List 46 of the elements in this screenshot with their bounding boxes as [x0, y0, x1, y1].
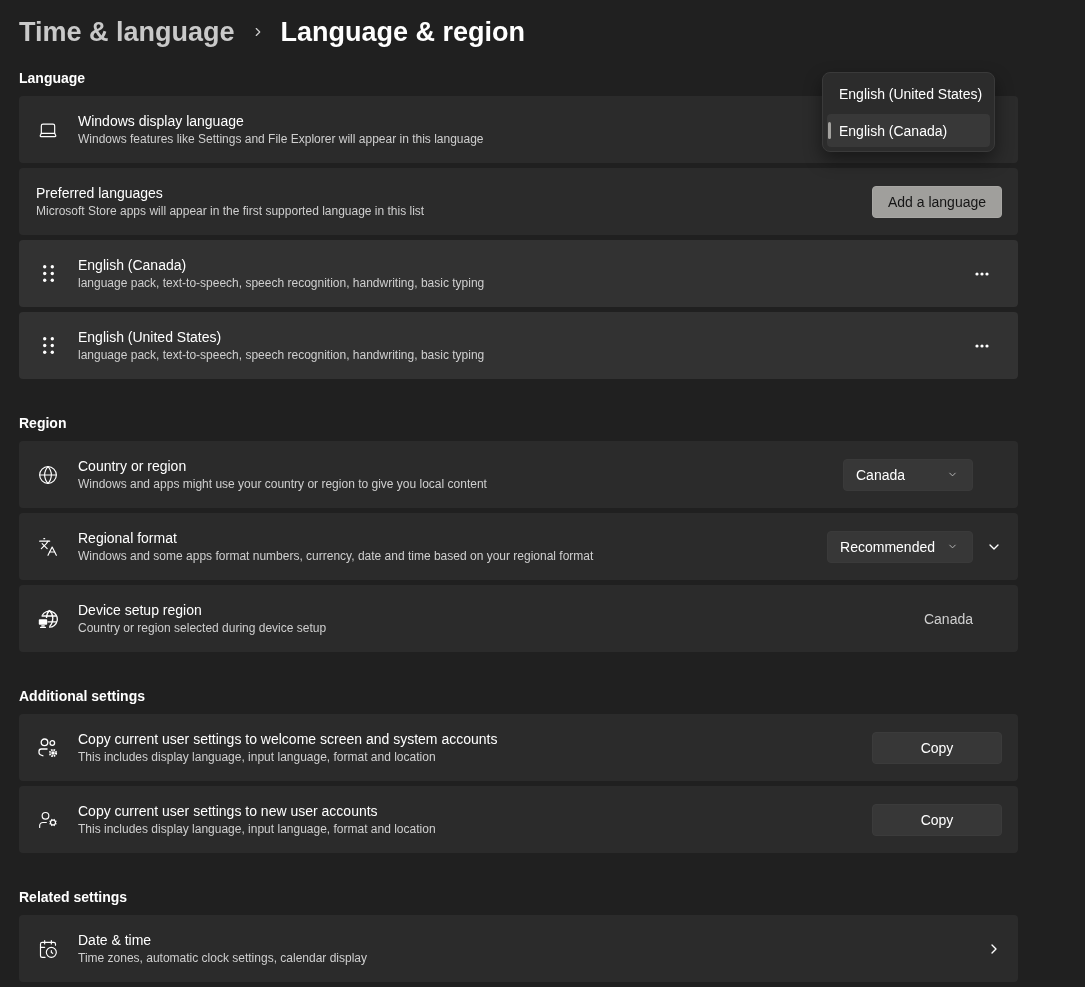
globe-monitor-icon	[38, 608, 58, 629]
setting-description: Time zones, automatic clock settings, calendar display	[78, 950, 368, 966]
setting-title: Preferred languages	[36, 184, 163, 203]
globe-icon	[38, 464, 58, 485]
setting-title: Regional format	[78, 529, 177, 548]
people-gear-icon	[38, 737, 58, 758]
section-heading: Related settings	[19, 888, 128, 907]
drag-handle-icon[interactable]	[42, 337, 54, 354]
dropdown-option[interactable]: English (Canada)	[827, 114, 990, 147]
setting-title: Device setup region	[78, 601, 202, 620]
setting-description: Windows features like Settings and File Explorer will appear in this language	[78, 131, 484, 147]
setting-title: Country or region	[78, 457, 187, 476]
setting-description: language pack, text-to-speech, speech recognition, handwriting, basic typing	[78, 347, 485, 363]
section-heading: Region	[19, 414, 67, 433]
settings-card[interactable]: Date & time Time zones, automatic clock settings, calendar display	[19, 915, 1018, 982]
dropdown-option[interactable]: English (United States)	[827, 77, 990, 110]
breadcrumb-link[interactable]: Time & language	[19, 14, 235, 50]
page-title: Language & region	[280, 16, 526, 49]
section-heading: Additional settings	[19, 687, 145, 706]
setting-description: Windows and apps might use your country or region to give you local content	[78, 476, 487, 492]
setting-title: Windows display language	[78, 112, 244, 131]
setting-title: Copy current user settings to welcome screen and system accounts	[78, 730, 498, 749]
translate-icon	[38, 536, 58, 557]
person-gear-icon	[38, 809, 58, 830]
setting-description: Windows and some apps format numbers, currency, date and time based on your regional format	[78, 548, 594, 564]
calendar-clock-icon	[38, 938, 58, 959]
more-icon[interactable]	[975, 271, 989, 276]
drag-handle-icon[interactable]	[42, 265, 54, 282]
action-button[interactable]: Copy	[872, 803, 1002, 836]
setting-description: language pack, text-to-speech, speech recognition, handwriting, basic typing	[78, 275, 485, 291]
setting-title: Date & time	[78, 931, 152, 950]
dropdown[interactable]: Recommended	[827, 530, 973, 563]
setting-description: Country or region selected during device setup	[78, 620, 327, 636]
setting-title: English (Canada)	[78, 256, 187, 275]
action-button[interactable]: Add a language	[872, 185, 1002, 218]
setting-title: English (United States)	[78, 328, 222, 347]
setting-description: This includes display language, input language, format and location	[78, 749, 436, 765]
setting-description: Microsoft Store apps will appear in the first supported language in this list	[36, 203, 425, 219]
setting-description: This includes display language, input language, format and location	[78, 821, 436, 837]
dropdown[interactable]: Canada	[843, 458, 973, 491]
selection-indicator-icon	[828, 122, 831, 139]
action-button[interactable]: Copy	[872, 731, 1002, 764]
section-heading: Language	[19, 69, 86, 88]
more-icon[interactable]	[975, 343, 989, 348]
setting-value: Canada	[923, 610, 973, 627]
setting-title: Copy current user settings to new user accounts	[78, 802, 378, 821]
